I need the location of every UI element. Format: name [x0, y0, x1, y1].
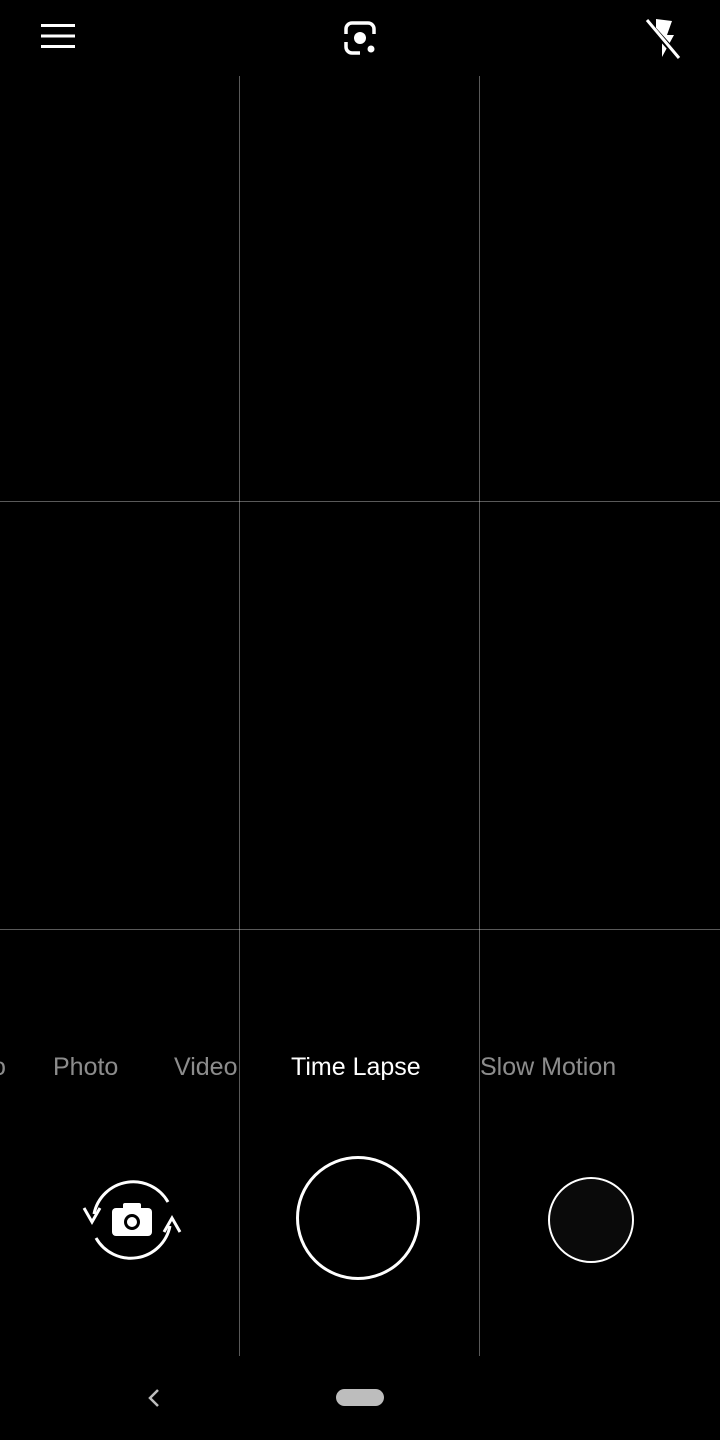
mode-slow-motion[interactable]: Slow Motion [480, 1053, 616, 1082]
mode-portrait-partial[interactable]: o [0, 1053, 6, 1082]
gallery-thumbnail[interactable] [548, 1177, 634, 1263]
grid-line [0, 929, 720, 930]
mode-time-lapse[interactable]: Time Lapse [291, 1053, 421, 1082]
system-nav-bar [0, 1356, 720, 1440]
switch-camera-icon[interactable] [80, 1172, 184, 1268]
mode-video[interactable]: Video [174, 1053, 238, 1082]
grid-line [0, 501, 720, 502]
mode-selector[interactable]: o Photo Video Time Lapse Slow Motion [0, 1045, 720, 1091]
grid-line [239, 76, 240, 1356]
flash-off-icon[interactable] [636, 12, 688, 64]
top-bar [0, 0, 720, 76]
menu-icon[interactable] [36, 14, 80, 58]
grid-line [479, 76, 480, 1356]
shutter-button[interactable] [296, 1156, 420, 1280]
google-lens-icon[interactable] [336, 14, 384, 62]
back-icon[interactable] [144, 1384, 164, 1412]
home-pill-icon[interactable] [336, 1389, 384, 1406]
mode-photo[interactable]: Photo [53, 1053, 118, 1082]
